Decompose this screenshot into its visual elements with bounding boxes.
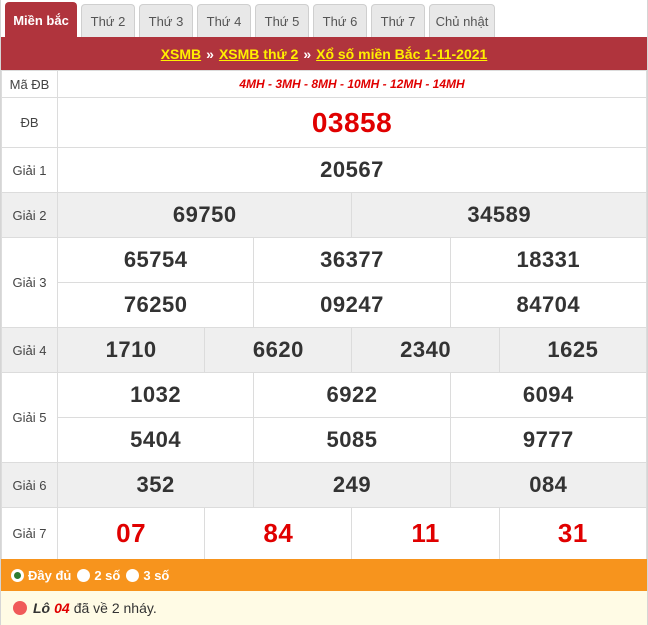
giai2-number: 34589 bbox=[351, 192, 647, 238]
giai3-number: 18331 bbox=[449, 237, 648, 283]
giai4-number: 1625 bbox=[498, 327, 648, 373]
breadcrumb-date-link[interactable]: Xổ số miền Bắc 1-11-2021 bbox=[316, 46, 487, 62]
results-widget: Miền bắc Thứ 2 Thứ 3 Thứ 4 Thứ 5 Thứ 6 T… bbox=[0, 0, 648, 625]
giai7-row: Giải 7 07 84 11 31 bbox=[1, 507, 648, 560]
giai3-label: Giải 3 bbox=[1, 237, 58, 328]
giai4-number: 6620 bbox=[204, 327, 353, 373]
giai7-number: 31 bbox=[498, 507, 648, 560]
option-three-digits[interactable]: 3 số bbox=[126, 568, 169, 583]
tab-mien-bac[interactable]: Miền bắc bbox=[5, 2, 77, 37]
giai6-number: 084 bbox=[449, 462, 648, 508]
giai3-number: 09247 bbox=[253, 282, 451, 328]
option-full-label: Đầy đủ bbox=[28, 567, 72, 583]
day-tabs: Miền bắc Thứ 2 Thứ 3 Thứ 4 Thứ 5 Thứ 6 T… bbox=[1, 0, 647, 37]
giai1-number: 20567 bbox=[57, 147, 647, 193]
tab-thu-5[interactable]: Thứ 5 bbox=[255, 4, 309, 37]
giai5-number: 6094 bbox=[449, 372, 648, 418]
tab-thu-3[interactable]: Thứ 3 bbox=[139, 4, 193, 37]
giai2-row: Giải 2 69750 34589 bbox=[1, 192, 647, 238]
giai4-row: Giải 4 1710 6620 2340 1625 bbox=[1, 327, 648, 373]
note-prefix: Lô bbox=[33, 600, 51, 616]
giai1-row: Giải 1 20567 bbox=[1, 147, 647, 193]
results-table: Mã ĐB 4MH - 3MH - 8MH - 10MH - 12MH - 14… bbox=[1, 70, 648, 560]
giai3-row: Giải 3 65754 36377 18331 bbox=[1, 237, 648, 328]
giai7-number: 07 bbox=[56, 507, 206, 560]
option-two-label: 2 số bbox=[94, 567, 121, 583]
option-full[interactable]: Đầy đủ bbox=[11, 568, 71, 583]
giai6-number: 249 bbox=[253, 462, 451, 508]
giai6-row: Giải 6 352 249 084 bbox=[1, 462, 648, 508]
giai4-label: Giải 4 bbox=[1, 327, 58, 373]
note-number: 04 bbox=[54, 600, 70, 616]
breadcrumb-separator: » bbox=[206, 45, 214, 62]
giai6-number: 352 bbox=[56, 462, 255, 508]
giai4-number: 1710 bbox=[56, 327, 206, 373]
giai1-label: Giải 1 bbox=[1, 147, 58, 193]
display-options: Đầy đủ 2 số 3 số bbox=[1, 559, 647, 591]
giai3-number: 36377 bbox=[253, 237, 451, 283]
db-number: 03858 bbox=[57, 97, 647, 148]
giai5-number: 5085 bbox=[253, 417, 451, 463]
radio-icon[interactable] bbox=[77, 568, 91, 582]
giai5-row: Giải 5 1032 6922 6094 bbox=[1, 372, 648, 463]
giai7-number: 11 bbox=[351, 507, 500, 560]
giai2-number: 69750 bbox=[56, 192, 353, 238]
option-three-label: 3 số bbox=[143, 567, 170, 583]
ma-db-row: Mã ĐB 4MH - 3MH - 8MH - 10MH - 12MH - 14… bbox=[1, 70, 647, 98]
tab-thu-6[interactable]: Thứ 6 bbox=[313, 4, 367, 37]
radio-selected-icon[interactable] bbox=[11, 568, 24, 582]
red-dot-icon bbox=[13, 601, 27, 615]
breadcrumb-separator: » bbox=[303, 45, 312, 62]
giai2-label: Giải 2 bbox=[1, 192, 58, 238]
giai3-row: 76250 09247 84704 bbox=[2, 282, 648, 328]
giai3-number: 84704 bbox=[449, 282, 648, 328]
giai5-number: 9777 bbox=[449, 417, 648, 463]
ma-db-label: Mã ĐB bbox=[1, 70, 58, 98]
db-row: ĐB 03858 bbox=[1, 97, 647, 148]
db-label: ĐB bbox=[1, 97, 58, 148]
lo-note: Lô 04 đã về 2 nháy. bbox=[1, 591, 647, 625]
giai5-number: 1032 bbox=[56, 372, 255, 418]
ma-db-value: 4MH - 3MH - 8MH - 10MH - 12MH - 14MH bbox=[57, 70, 647, 98]
tab-chu-nhat[interactable]: Chủ nhật bbox=[429, 4, 495, 37]
radio-icon[interactable] bbox=[126, 568, 140, 582]
option-two-digits[interactable]: 2 số bbox=[77, 568, 120, 583]
giai6-label: Giải 6 bbox=[1, 462, 58, 508]
giai5-number: 6922 bbox=[253, 372, 451, 418]
giai3-number: 65754 bbox=[56, 237, 255, 283]
giai5-number: 5404 bbox=[56, 417, 255, 463]
giai5-row: 5404 5085 9777 bbox=[2, 417, 648, 463]
giai3-number: 76250 bbox=[56, 282, 255, 328]
tab-thu-4[interactable]: Thứ 4 bbox=[197, 4, 251, 37]
giai7-label: Giải 7 bbox=[1, 507, 58, 560]
giai7-number: 84 bbox=[204, 507, 353, 560]
giai4-number: 2340 bbox=[351, 327, 500, 373]
tab-thu-7[interactable]: Thứ 7 bbox=[371, 4, 425, 37]
tab-thu-2[interactable]: Thứ 2 bbox=[81, 4, 135, 37]
breadcrumb: XSMB » XSMB thứ 2 » Xổ số miền Bắc 1-11-… bbox=[1, 37, 647, 70]
giai5-label: Giải 5 bbox=[1, 372, 58, 463]
note-suffix: đã về 2 nháy. bbox=[73, 600, 157, 616]
breadcrumb-xsmb-thu2-link[interactable]: XSMB thứ 2 bbox=[219, 46, 298, 62]
breadcrumb-xsmb-link[interactable]: XSMB bbox=[161, 46, 201, 62]
